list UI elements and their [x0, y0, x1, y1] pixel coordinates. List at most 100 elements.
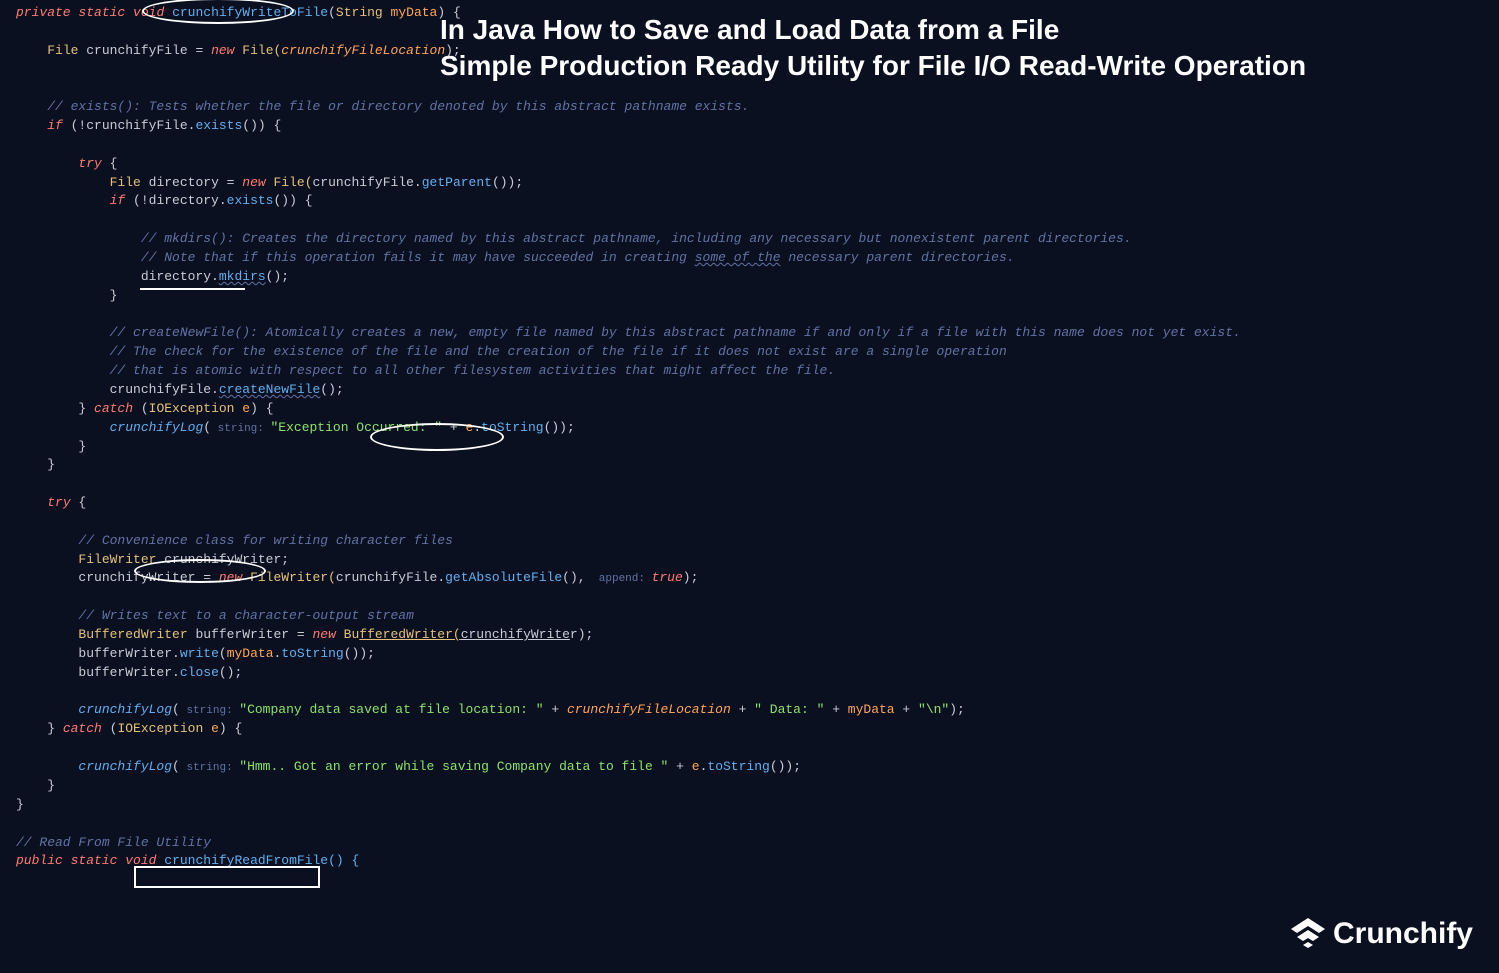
end: ());: [344, 646, 375, 661]
obj: directory: [149, 193, 219, 208]
fn-crunchifylog: crunchifyLog: [110, 420, 204, 435]
end: );: [445, 43, 461, 58]
obj: crunchifyFile: [110, 382, 211, 397]
dot: .: [172, 665, 180, 680]
obj: crunchifyFile: [336, 570, 437, 585]
txt: (!: [63, 118, 86, 133]
txt: ()) {: [273, 193, 312, 208]
txt: ()) {: [242, 118, 281, 133]
ctor-file: File(: [266, 175, 313, 190]
fn-write: write: [180, 646, 219, 661]
fn-getparent: getParent: [422, 175, 492, 190]
var-e: e: [692, 759, 700, 774]
dot: .: [414, 175, 422, 190]
paren: (: [219, 646, 227, 661]
brace: {: [71, 495, 87, 510]
kw-static: static: [78, 5, 125, 20]
cmt-pt1: // Note that if this operation fails it …: [141, 250, 695, 265]
kw-new: new: [312, 627, 335, 642]
hint-append: append:: [586, 573, 652, 585]
kw-new: new: [211, 43, 234, 58]
paren: (: [133, 401, 149, 416]
logo-icon: [1291, 918, 1325, 948]
kw-catch: catch: [63, 721, 102, 736]
comment: // mkdirs(): Creates the directory named…: [141, 231, 1132, 246]
op-plus: +: [895, 702, 918, 717]
var-e: e: [203, 721, 219, 736]
str-data: " Data: ": [754, 702, 824, 717]
type-file: File: [110, 175, 141, 190]
paren: (: [102, 721, 118, 736]
brace: }: [16, 797, 24, 812]
paren: (: [172, 759, 180, 774]
crunchify-logo: Crunchify: [1291, 912, 1473, 956]
type-bufferedwriter: BufferedWriter: [78, 627, 187, 642]
txt: ) {: [250, 401, 273, 416]
dot: .: [211, 382, 219, 397]
str-newline: "\n": [918, 702, 949, 717]
circle-annotation-writer: [134, 559, 266, 583]
obj: directory: [141, 269, 211, 284]
op-plus: +: [544, 702, 567, 717]
end: );: [578, 627, 594, 642]
txt: ) {: [219, 721, 242, 736]
op-plus: +: [668, 759, 691, 774]
param-mydata: myData: [391, 5, 438, 20]
comment-readutil: // Read From File Utility: [16, 835, 211, 850]
fn-crunchifylog: crunchifyLog: [78, 759, 172, 774]
txt: (!: [125, 193, 148, 208]
hint-string: string:: [180, 705, 239, 717]
op-plus: +: [731, 702, 754, 717]
kw-private: private: [16, 5, 71, 20]
brace: }: [78, 439, 86, 454]
fn-exists: exists: [227, 193, 274, 208]
kw-if: if: [110, 193, 126, 208]
fn-exists: exists: [195, 118, 242, 133]
end: );: [683, 570, 699, 585]
end: ();: [320, 382, 343, 397]
brace: }: [47, 721, 63, 736]
kw-static: static: [71, 853, 118, 868]
paren: (: [172, 702, 180, 717]
str-error: "Hmm.. Got an error while saving Company…: [239, 759, 668, 774]
obj: crunchifyFile: [313, 175, 414, 190]
comment: // exists(): Tests whether the file or d…: [47, 99, 749, 114]
obj: bufferWriter: [78, 665, 172, 680]
bool-true: true: [652, 570, 683, 585]
arg-writer: crunchifyWrite: [461, 627, 570, 642]
kw-catch: catch: [94, 401, 133, 416]
kw-public: public: [16, 853, 63, 868]
ctor-file: File(: [234, 43, 281, 58]
op-eq: =: [188, 43, 211, 58]
brace: {: [102, 156, 118, 171]
comment: // The check for the existence of the fi…: [110, 344, 1007, 359]
code-block: private static void crunchifyWriteToFile…: [16, 4, 1499, 871]
end: );: [949, 702, 965, 717]
end: ());: [544, 420, 575, 435]
dot: .: [172, 646, 180, 661]
underline-annotation-mkdirs: [140, 288, 245, 290]
op: =: [219, 175, 242, 190]
comment: // Convenience class for writing charact…: [78, 533, 452, 548]
op-plus: +: [824, 702, 847, 717]
comment: // Writes text to a character-output str…: [78, 608, 413, 623]
kw-try: try: [47, 495, 70, 510]
obj: crunchifyFile: [86, 118, 187, 133]
fn-tostring: toString: [281, 646, 343, 661]
arg-fileloc: crunchifyFileLocation: [281, 43, 445, 58]
fn-close: close: [180, 665, 219, 680]
logo-text: Crunchify: [1333, 912, 1473, 956]
var-directory: directory: [149, 175, 219, 190]
circle-annotation-tostring: [370, 423, 504, 451]
hint-string: string:: [211, 423, 270, 435]
hint-string: string:: [180, 762, 239, 774]
type-file: File: [47, 43, 78, 58]
paren: (),: [562, 570, 585, 585]
brace: }: [110, 288, 118, 303]
fn-createnewfile: createNewFile: [219, 382, 320, 397]
comment: // Note that if this operation fails it …: [141, 250, 1015, 265]
brace: }: [78, 401, 94, 416]
cmt-underlined: some of the: [695, 250, 781, 265]
kw-try: try: [78, 156, 101, 171]
dot: .: [437, 570, 445, 585]
